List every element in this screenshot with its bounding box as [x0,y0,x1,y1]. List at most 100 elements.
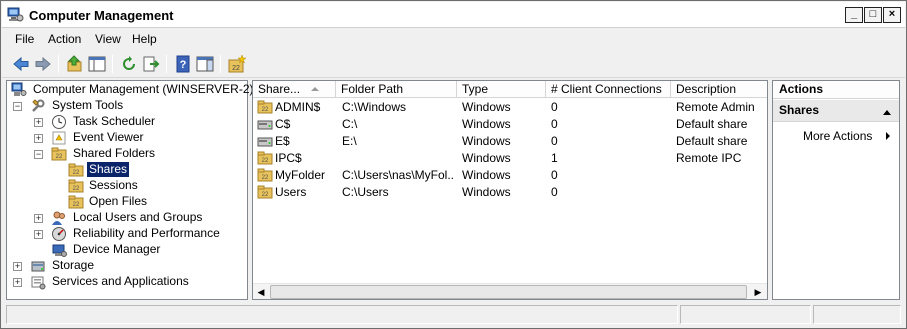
tree-label: Shares [87,162,130,177]
tree-label: System Tools [52,98,124,112]
cell-type: Windows [462,151,511,165]
svg-text:22: 22 [262,175,269,181]
scrollbar-thumb[interactable] [270,285,747,299]
scroll-left-icon[interactable]: ◀ [253,284,269,300]
users-icon [52,211,65,225]
drive-share-icon [257,137,273,147]
maximize-button[interactable]: □ [864,7,882,23]
expand-icon[interactable]: + [34,230,43,239]
menu-help[interactable]: Help [132,32,157,46]
cell-folder-path: C:\Windows [342,100,407,114]
shared-folder-icon: 22 [257,151,273,165]
collapse-section-icon[interactable] [883,110,891,115]
shared-folder-icon: 22 [257,168,273,182]
performance-icon [52,227,66,241]
cell-folder-path: C:\ [342,117,358,131]
title-bar[interactable]: Computer Management _ □ × [2,2,905,28]
more-actions-link[interactable]: More Actions [803,129,872,143]
tree-label: Event Viewer [73,130,144,144]
cell-share: Users [275,185,307,199]
cell-description: Remote Admin [676,100,755,114]
show-hide-action-pane-icon[interactable] [194,53,216,75]
tree-label: Task Scheduler [73,114,156,128]
column-header-type[interactable]: Type [457,81,546,98]
actions-section-label: Shares [779,103,820,117]
clock-icon [52,115,66,129]
show-hide-tree-icon[interactable] [86,53,108,75]
services-icon [31,276,46,290]
table-row[interactable]: 22 MyFolder C:\Users\nas\MyFol... Windows 0 [253,167,767,184]
svg-text:22: 22 [73,202,80,208]
console-tree-pane[interactable]: Computer Management (WINSERVER-2) − Syst… [6,80,254,300]
shared-folder-icon: 22 [68,195,84,209]
cell-client-connections: 0 [551,117,558,131]
shared-folder-icon: 22 [257,185,273,199]
cell-share: C$ [275,117,291,131]
close-button[interactable]: × [883,7,901,23]
help-icon[interactable]: ? [172,53,194,75]
tree-label: Open Files [89,194,148,208]
menu-view[interactable]: View [95,32,121,46]
status-segment [6,305,678,324]
expand-icon[interactable]: + [34,118,43,127]
actions-header: Actions [773,81,899,99]
cell-type: Windows [462,185,511,199]
cell-share: ADMIN$ [275,100,321,114]
column-header-folder-path[interactable]: Folder Path [336,81,457,98]
svg-text:22: 22 [262,107,269,113]
shared-folder-icon: 22 [68,163,84,177]
tree-label: Shared Folders [73,146,156,160]
status-segment [680,305,811,324]
event-viewer-icon [52,131,66,145]
menu-bar: File Action View Help [2,29,905,50]
expand-icon[interactable]: + [13,278,22,287]
export-list-icon[interactable] [140,53,162,75]
actions-section-shares[interactable]: Shares [773,100,899,122]
cell-folder-path: C:\Users [342,185,389,199]
window-title: Computer Management [29,8,174,23]
computer-management-icon [7,7,24,22]
actions-pane: Actions Shares More Actions [772,80,900,300]
menu-action[interactable]: Action [48,32,81,46]
table-row[interactable]: 22 Users C:\Users Windows 0 [253,184,767,201]
status-bar [2,303,905,327]
toolbar: ? 22 [2,50,905,78]
tree-label: Sessions [89,178,138,192]
svg-text:22: 22 [262,158,269,164]
shares-list-pane[interactable]: Share... Folder Path Type # Client Conne… [252,80,768,300]
table-row[interactable]: E$ E:\ Windows 0 Default share [253,133,767,150]
cell-client-connections: 1 [551,151,558,165]
new-share-icon[interactable]: 22 [226,53,248,75]
expand-icon[interactable]: + [34,214,43,223]
tree-label: Device Manager [73,242,161,256]
column-header-description[interactable]: Description [671,81,767,98]
expand-icon[interactable]: + [13,262,22,271]
menu-file[interactable]: File [15,32,34,46]
column-header-client-connections[interactable]: # Client Connections [546,81,671,98]
cell-client-connections: 0 [551,100,558,114]
table-row[interactable]: C$ C:\ Windows 0 Default share [253,116,767,133]
forward-icon[interactable] [32,53,54,75]
tree-label: Storage [52,258,95,272]
refresh-icon[interactable] [118,53,140,75]
minimize-button[interactable]: _ [845,7,863,23]
scroll-right-icon[interactable]: ▶ [750,284,766,300]
storage-icon [31,261,45,272]
computer-management-window: Computer Management _ □ × File Action Vi… [0,0,907,329]
table-row[interactable]: 22 ADMIN$ C:\Windows Windows 0 Remote Admin [253,99,767,116]
shared-folder-icon: 22 [68,179,84,193]
back-icon[interactable] [10,53,32,75]
collapse-icon[interactable]: − [34,150,43,159]
column-header-share[interactable]: Share... [253,81,336,98]
table-row[interactable]: 22 IPC$ Windows 1 Remote IPC [253,150,767,167]
cell-type: Windows [462,100,511,114]
collapse-icon[interactable]: − [13,102,22,111]
cell-description: Default share [676,134,748,148]
expand-icon[interactable]: + [34,134,43,143]
svg-text:22: 22 [262,192,269,198]
horizontal-scrollbar[interactable]: ◀ ▶ [253,283,767,299]
cell-type: Windows [462,168,511,182]
computer-management-icon [11,82,27,96]
up-icon[interactable] [64,53,86,75]
device-manager-icon [52,244,67,257]
